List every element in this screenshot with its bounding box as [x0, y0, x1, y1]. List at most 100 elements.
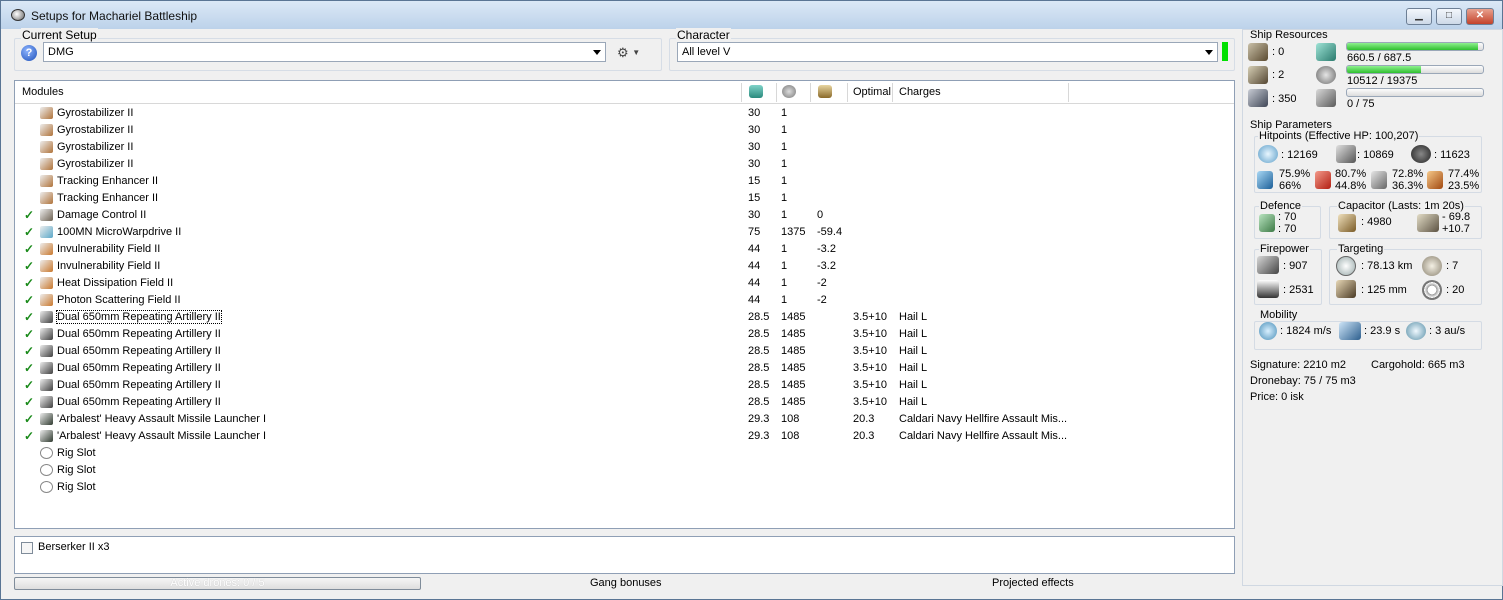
module-row[interactable]: ✓ Dual 650mm Repeating Artillery II 28.5 14…: [15, 326, 1234, 343]
volley-value: : 2531: [1283, 284, 1314, 296]
online-check-icon[interactable]: ✓: [24, 378, 34, 392]
online-check-icon[interactable]: ✓: [24, 412, 34, 426]
module-row[interactable]: Rig Slot: [15, 445, 1234, 462]
max-targets: : 7: [1446, 260, 1459, 272]
module-row[interactable]: ✓ Dual 650mm Repeating Artillery II 28.5 14…: [15, 394, 1234, 411]
online-check-icon[interactable]: ✓: [24, 327, 34, 341]
module-cpu: 44: [748, 294, 761, 306]
kinetic-resist-shield: 72.8%: [1392, 168, 1424, 180]
setup-select[interactable]: DMG: [43, 42, 606, 62]
online-check-icon[interactable]: ✓: [24, 225, 34, 239]
capacitor-icon[interactable]: [818, 85, 832, 98]
online-check-icon[interactable]: ✓: [24, 429, 34, 443]
module-cpu: 44: [748, 260, 761, 272]
character-select[interactable]: All level V: [677, 42, 1218, 62]
header-modules[interactable]: Modules: [22, 86, 64, 98]
online-check-icon[interactable]: ✓: [24, 310, 34, 324]
module-cpu: 28.5: [748, 311, 770, 323]
defence-value-1: : 70: [1278, 211, 1297, 223]
module-row[interactable]: Tracking Enhancer II 15 1: [15, 190, 1234, 207]
module-optimal: 3.5+10: [853, 328, 887, 340]
module-powergrid: 1485: [781, 345, 806, 357]
module-row[interactable]: ✓ Heat Dissipation Field II 44 1 -2: [15, 275, 1234, 292]
module-row[interactable]: ✓ Dual 650mm Repeating Artillery II 28.5 14…: [15, 377, 1234, 394]
close-button[interactable]: ✕: [1466, 8, 1494, 25]
help-icon[interactable]: ?: [21, 45, 37, 61]
structure-icon: [1411, 145, 1431, 163]
module-name: Rig Slot: [57, 481, 96, 493]
module-powergrid: 1: [781, 243, 788, 255]
online-check-icon[interactable]: ✓: [24, 259, 34, 273]
module-row[interactable]: ✓ Photon Scattering Field II 44 1 -2: [15, 292, 1234, 309]
drone-item[interactable]: Berserker II x3: [38, 541, 110, 553]
module-name: Dual 650mm Repeating Artillery II: [57, 345, 221, 357]
module-row[interactable]: Gyrostabilizer II 30 1: [15, 139, 1234, 156]
max-targets-icon: [1422, 256, 1442, 276]
header-separator: [847, 83, 848, 102]
online-check-icon[interactable]: ✓: [24, 344, 34, 358]
cpu-icon[interactable]: [749, 85, 763, 98]
module-powergrid: 1375: [781, 226, 806, 238]
turret-hardpoint-icon: [1248, 43, 1268, 61]
minimize-button[interactable]: ▁: [1406, 8, 1432, 25]
sensor-strength: : 20: [1446, 284, 1465, 296]
powergrid-icon: [1316, 66, 1336, 84]
online-check-icon[interactable]: ✓: [24, 242, 34, 256]
module-row[interactable]: ✓ 100MN MicroWarpdrive II 75 1375 -59.4: [15, 224, 1234, 241]
module-powergrid: 1485: [781, 362, 806, 374]
module-row[interactable]: ✓ Invulnerability Field II 44 1 -3.2: [15, 258, 1234, 275]
module-row[interactable]: Rig Slot: [15, 479, 1234, 496]
module-row[interactable]: ✓ 'Arbalest' Heavy Assault Missile Launch…: [15, 411, 1234, 428]
character-label: Character: [676, 28, 731, 42]
stats-panel: Ship Resources : 0 : 2 : 350 660.5 / 687…: [1242, 29, 1503, 586]
module-name: Photon Scattering Field II: [57, 294, 181, 306]
online-check-icon[interactable]: ✓: [24, 208, 34, 222]
gear-icon: ⚙: [617, 45, 629, 60]
projectile-turret-icon: [40, 328, 53, 340]
missile-launcher-icon: [40, 413, 53, 425]
online-check-icon[interactable]: ✓: [24, 276, 34, 290]
drone-bandwidth-bar: [1346, 88, 1484, 97]
module-cpu: 28.5: [748, 379, 770, 391]
module-row[interactable]: Tracking Enhancer II 15 1: [15, 173, 1234, 190]
module-row[interactable]: ✓ Invulnerability Field II 44 1 -3.2: [15, 241, 1234, 258]
module-row[interactable]: Rig Slot: [15, 462, 1234, 479]
maximize-button[interactable]: □: [1436, 8, 1462, 25]
module-row[interactable]: Gyrostabilizer II 30 1: [15, 122, 1234, 139]
module-row[interactable]: ✓ Dual 650mm Repeating Artillery II 28.5 14…: [15, 309, 1234, 326]
drones-list[interactable]: Berserker II x3: [14, 536, 1235, 574]
projected-effects-button[interactable]: Projected effects: [992, 577, 1074, 589]
shield-hp: : 12169: [1281, 149, 1318, 161]
shield-hardener-icon: [40, 260, 53, 272]
powergrid-icon[interactable]: [782, 85, 796, 98]
calibration-icon: [1248, 89, 1268, 107]
module-charges: Hail L: [899, 345, 928, 357]
module-row[interactable]: ✓ Dual 650mm Repeating Artillery II 28.5 14…: [15, 343, 1234, 360]
modules-list[interactable]: Modules Optimal Charges Gyrostabilizer I…: [14, 80, 1235, 529]
gang-bonuses-button[interactable]: Gang bonuses: [590, 577, 662, 589]
empty-slot-icon: [40, 481, 53, 493]
projectile-turret-icon: [40, 345, 53, 357]
module-row[interactable]: Gyrostabilizer II 30 1: [15, 156, 1234, 173]
module-row[interactable]: ✓ Dual 650mm Repeating Artillery II 28.5 14…: [15, 360, 1234, 377]
online-check-icon[interactable]: ✓: [24, 361, 34, 375]
scan-resolution-icon: [1336, 280, 1356, 298]
scan-resolution: : 125 mm: [1361, 284, 1407, 296]
module-powergrid: 1: [781, 277, 788, 289]
module-row[interactable]: ✓ Damage Control II 30 1 0: [15, 207, 1234, 224]
drone-checkbox[interactable]: [21, 542, 33, 554]
module-charges: Caldari Navy Hellfire Assault Mis...: [899, 413, 1068, 425]
online-check-icon[interactable]: ✓: [24, 395, 34, 409]
module-row[interactable]: ✓ 'Arbalest' Heavy Assault Missile Launch…: [15, 428, 1234, 445]
module-row[interactable]: Gyrostabilizer II 30 1: [15, 105, 1234, 122]
header-optimal[interactable]: Optimal: [853, 86, 891, 98]
explosive-resist-armor: 23.5%: [1448, 180, 1480, 192]
module-capacitor: -3.2: [817, 243, 836, 255]
module-optimal: 20.3: [853, 413, 875, 425]
header-charges[interactable]: Charges: [899, 86, 941, 98]
setup-options-button[interactable]: ⚙ ▼: [617, 45, 653, 61]
module-cpu: 30: [748, 141, 761, 153]
online-check-icon[interactable]: ✓: [24, 293, 34, 307]
title-bar[interactable]: Setups for Machariel Battleship ▁ □ ✕: [1, 1, 1502, 29]
defence-icon: [1259, 214, 1275, 232]
